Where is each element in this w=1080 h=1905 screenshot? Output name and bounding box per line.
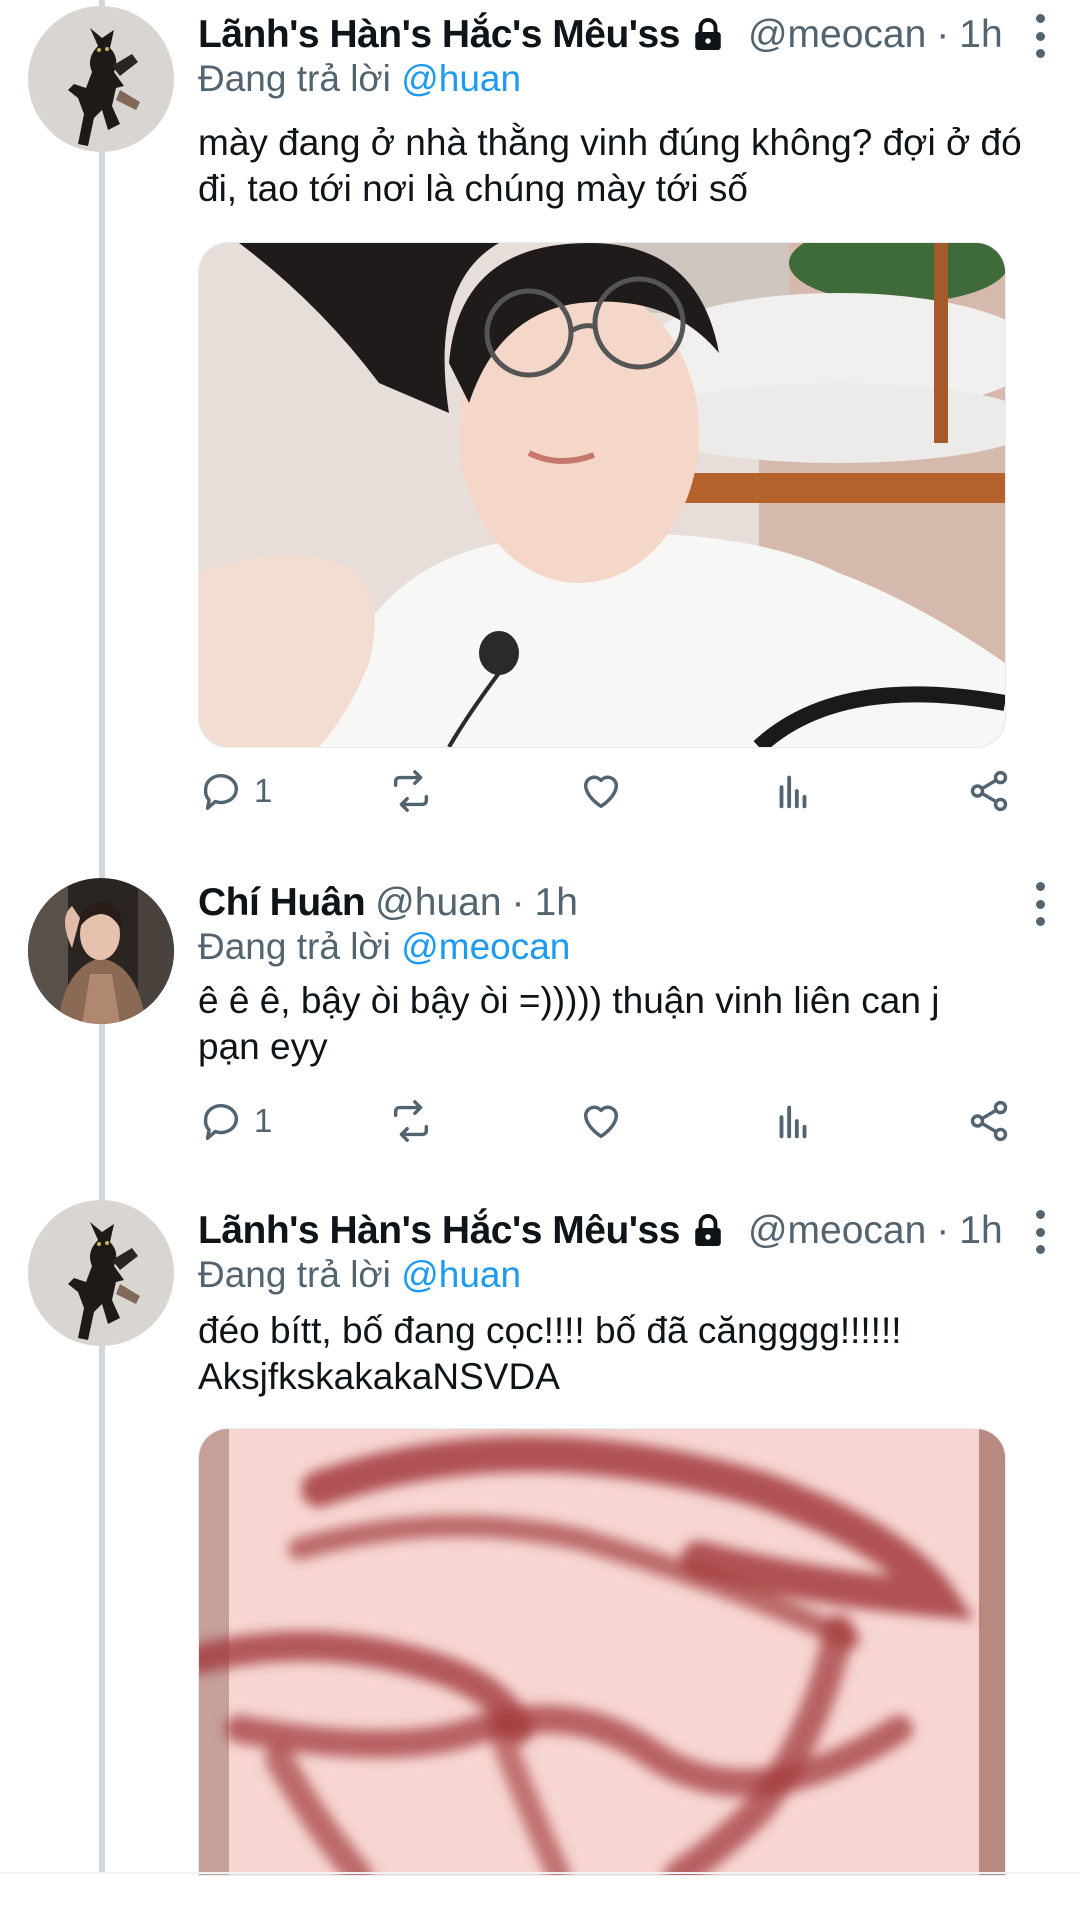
person-avatar-image [28,878,174,1024]
analytics-icon [779,1105,807,1139]
reply-icon [203,1104,239,1140]
lock-icon [690,1213,726,1249]
share-button[interactable] [966,1096,1012,1146]
reply-button[interactable]: 1 [198,766,272,816]
mention-link[interactable]: @huan [401,58,521,99]
separator-dot: · [511,881,525,924]
tweet-2[interactable]: Chí Huân @huan · 1h Đang trả lời @meocan… [0,860,1080,1200]
like-button[interactable] [578,1096,624,1146]
separator-dot: · [936,13,950,56]
tweet-text: mày đang ở nhà thằng vinh đúng không? đợ… [198,122,1022,209]
handle[interactable]: @meocan [748,13,926,57]
reply-count: 1 [254,1102,273,1139]
retweet-button[interactable] [388,1096,434,1146]
replying-to-label: Đang trả lời [198,926,391,967]
tweet-actions: 1 [198,766,1018,816]
replying-to: Đang trả lời @huan [198,58,521,104]
lock-icon [690,17,726,53]
handle[interactable]: @meocan [748,1209,926,1253]
more-options-icon[interactable] [1030,14,1050,58]
separator-dot: · [936,1209,950,1252]
handle[interactable]: @huan [375,881,501,925]
tweet-header: Chí Huân @huan · 1h [198,878,1020,928]
replying-to: Đang trả lời @meocan [198,926,570,972]
photo-image [199,1429,1005,1875]
tweet-1[interactable]: Lãnh's Hàn's Hắc's Mêu'ss @meocan · 1h Đ… [0,0,1080,860]
display-name[interactable]: Chí Huân [198,881,366,925]
timestamp[interactable]: 1h [959,1209,1002,1253]
avatar-huan[interactable] [28,878,174,1024]
replying-to-label: Đang trả lời [198,58,391,99]
avatar-meocan[interactable] [28,6,174,152]
retweet-icon [393,770,429,812]
retweet-icon [393,1100,429,1142]
reply-icon [203,774,239,810]
analytics-button[interactable] [770,766,816,816]
reply-button[interactable]: 1 [198,1096,272,1146]
bottom-divider [0,1872,1080,1874]
replying-to-label: Đang trả lời [198,1254,391,1295]
retweet-button[interactable] [388,766,434,816]
like-icon [583,1105,619,1139]
cat-avatar-image [28,1200,174,1346]
tweet-text: đéo bítt, bố đang cọc!!!! bố đã căngggg!… [198,1310,902,1397]
mention-link[interactable]: @meocan [401,926,570,967]
tweet-header: Lãnh's Hàn's Hắc's Mêu'ss @meocan · 1h [198,10,1020,60]
replying-to: Đang trả lời @huan [198,1254,521,1300]
photo-image [199,243,1005,747]
timestamp[interactable]: 1h [535,881,578,925]
more-options-icon[interactable] [1030,1210,1050,1254]
share-button[interactable] [966,766,1012,816]
timestamp[interactable]: 1h [959,13,1002,57]
tweet-header: Lãnh's Hàn's Hắc's Mêu'ss @meocan · 1h [198,1206,1020,1256]
analytics-icon [779,775,807,809]
like-icon [583,775,619,809]
cat-avatar-image [28,6,174,152]
tweet-photo[interactable] [198,242,1006,748]
more-options-icon[interactable] [1030,882,1050,926]
reply-count: 1 [254,772,273,809]
analytics-button[interactable] [770,1096,816,1146]
mention-link[interactable]: @huan [401,1254,521,1295]
tweet-actions: 1 [198,1096,1018,1146]
like-button[interactable] [578,766,624,816]
share-icon [970,1100,1008,1142]
display-name[interactable]: Lãnh's Hàn's Hắc's Mêu'ss [198,13,680,57]
avatar-meocan[interactable] [28,1200,174,1346]
display-name[interactable]: Lãnh's Hàn's Hắc's Mêu'ss [198,1209,680,1253]
tweet-text: ê ê ê, bậy òi bậy òi =))))) thuận vinh l… [198,980,940,1067]
tweet-3[interactable]: Lãnh's Hàn's Hắc's Mêu'ss @meocan · 1h Đ… [0,1200,1080,1876]
share-icon [970,770,1008,812]
tweet-photo[interactable] [198,1428,1006,1876]
